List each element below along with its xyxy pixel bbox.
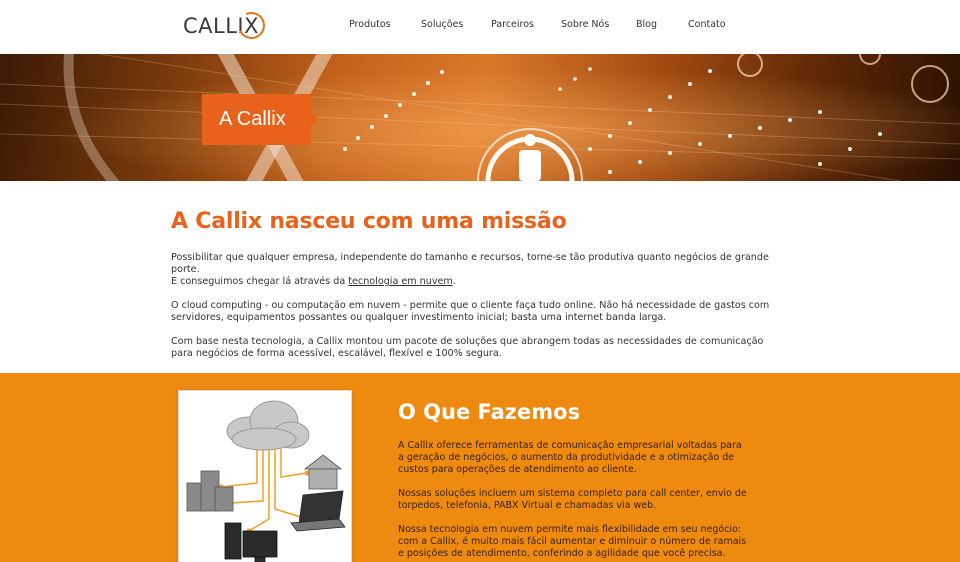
site-header: CALLIX Produtos Soluções Parceiros Sobre… [0, 0, 960, 54]
mission-p1-line1: Possibilitar que qualquer empresa, indep… [171, 252, 769, 275]
banner-arrow-icon [311, 112, 318, 126]
mission-paragraph-1: Possibilitar que qualquer empresa, indep… [171, 252, 781, 288]
cloud-diagram-graphic [186, 400, 346, 562]
nav-parceiros[interactable]: Parceiros [491, 19, 534, 30]
nav-contato[interactable]: Contato [688, 19, 726, 30]
mission-title: A Callix nasceu com uma missão [171, 209, 567, 234]
nav-blog[interactable]: Blog [636, 19, 657, 30]
what-paragraph-1: A Callix oferece ferramentas de comunica… [398, 440, 742, 475]
what-paragraph-2: Nossas soluções incluem um sistema compl… [398, 488, 747, 511]
nav-sobre-nos[interactable]: Sobre Nós [561, 19, 609, 30]
nav-produtos[interactable]: Produtos [349, 19, 391, 30]
cloud-technology-link[interactable]: tecnologia em nuvem [348, 276, 453, 287]
banner-network-graphic [0, 54, 960, 181]
mission-section: A Callix nasceu com uma missão Possibili… [171, 209, 781, 372]
mission-paragraph-2: O cloud computing - ou computação em nuv… [171, 300, 770, 323]
mission-p1-line2-post: . [452, 276, 456, 287]
callix-logo[interactable]: CALLIX [183, 8, 269, 43]
hero-banner: A Callix [0, 54, 960, 181]
mission-body: Possibilitar que qualquer empresa, indep… [171, 252, 781, 360]
what-we-do-title: O Que Fazemos [398, 400, 581, 424]
cloud-network-illustration [178, 390, 352, 562]
nav-solucoes[interactable]: Soluções [421, 19, 463, 30]
mission-p1-line2-pre: E conseguimos chegar lá através da [171, 276, 349, 287]
mission-paragraph-3: Com base nesta tecnologia, a Callix mont… [171, 336, 764, 359]
banner-title: A Callix [202, 94, 311, 145]
what-we-do-section: O Que Fazemos A Callix oferece ferrament… [0, 373, 960, 562]
what-paragraph-3: Nossa tecnologia em nuvem permite mais f… [398, 524, 747, 559]
what-we-do-body: A Callix oferece ferramentas de comunica… [398, 440, 748, 562]
